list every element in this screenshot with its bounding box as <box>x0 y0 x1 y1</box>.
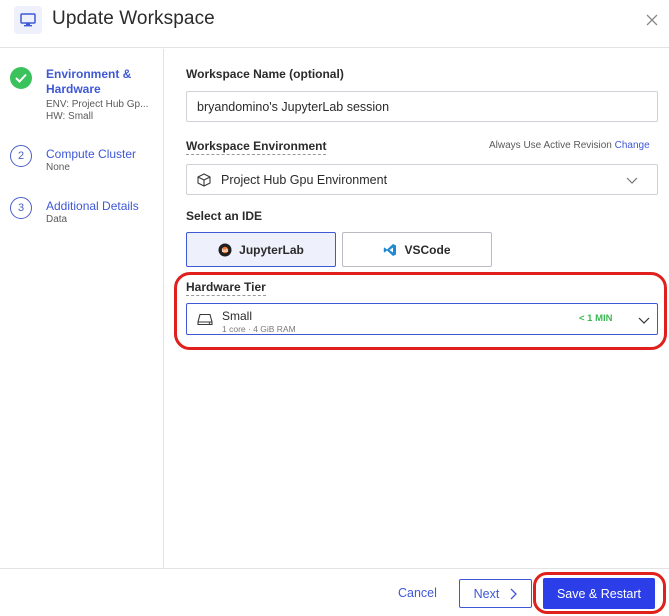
chevron-down-icon <box>637 313 651 327</box>
next-label: Next <box>473 586 500 601</box>
ide-option-label: VSCode <box>404 242 451 257</box>
step-subtitle: HW: Small <box>46 111 94 122</box>
dialog-title: Update Workspace <box>52 8 215 29</box>
change-link[interactable]: Change <box>615 140 650 151</box>
step-title: Compute Cluster <box>46 147 137 161</box>
chevron-down-icon <box>625 173 639 187</box>
jupyterlab-icon: lab <box>218 243 232 257</box>
cube-icon <box>197 173 211 192</box>
next-button[interactable]: Next <box>459 579 532 608</box>
hardware-tier-select[interactable]: Small 1 core · 4 GiB RAM < 1 MIN <box>186 303 658 335</box>
hardware-icon <box>197 313 213 331</box>
svg-text:lab: lab <box>222 247 229 252</box>
ide-option-label: JupyterLab <box>239 242 304 257</box>
cancel-button[interactable]: Cancel <box>398 586 437 600</box>
save-restart-button[interactable]: Save & Restart <box>543 578 655 609</box>
workspace-name-input[interactable]: bryandomino's JupyterLab session <box>186 91 658 122</box>
workspace-environment-label: Workspace Environment <box>186 139 327 155</box>
step-title: Additional Details <box>46 199 139 213</box>
vscode-icon <box>383 243 397 257</box>
workspace-name-value: bryandomino's JupyterLab session <box>197 100 390 114</box>
step-subtitle: Data <box>46 214 68 225</box>
workspace-name-label: Workspace Name (optional) <box>186 67 344 81</box>
step-number: 3 <box>10 197 32 219</box>
environment-select[interactable]: Project Hub Gpu Environment <box>186 164 658 195</box>
monitor-icon <box>14 6 42 34</box>
ide-option-vscode[interactable]: VSCode <box>342 232 492 267</box>
step-title: Environment & Hardware <box>46 67 132 96</box>
dialog-header: Update Workspace <box>0 0 669 48</box>
step-number: 2 <box>10 145 32 167</box>
environment-value: Project Hub Gpu Environment <box>221 173 388 187</box>
environment-hint: Always Use Active Revision Change <box>489 140 650 151</box>
check-icon <box>10 67 32 89</box>
chevron-right-icon <box>509 588 518 600</box>
hardware-tier-start-time: < 1 MIN <box>579 313 613 324</box>
hardware-tier-value: Small <box>222 309 253 323</box>
step-subtitle: None <box>46 162 70 173</box>
close-icon[interactable] <box>640 8 664 32</box>
hardware-tier-label: Hardware Tier <box>186 280 266 296</box>
hardware-tier-spec: 1 core · 4 GiB RAM <box>222 324 296 334</box>
stepper: Environment & Hardware ENV: Project Hub … <box>0 49 164 568</box>
ide-label: Select an IDE <box>186 209 263 223</box>
step-subtitle: ENV: Project Hub Gp... <box>46 99 149 110</box>
ide-option-jupyterlab[interactable]: lab JupyterLab <box>186 232 336 267</box>
